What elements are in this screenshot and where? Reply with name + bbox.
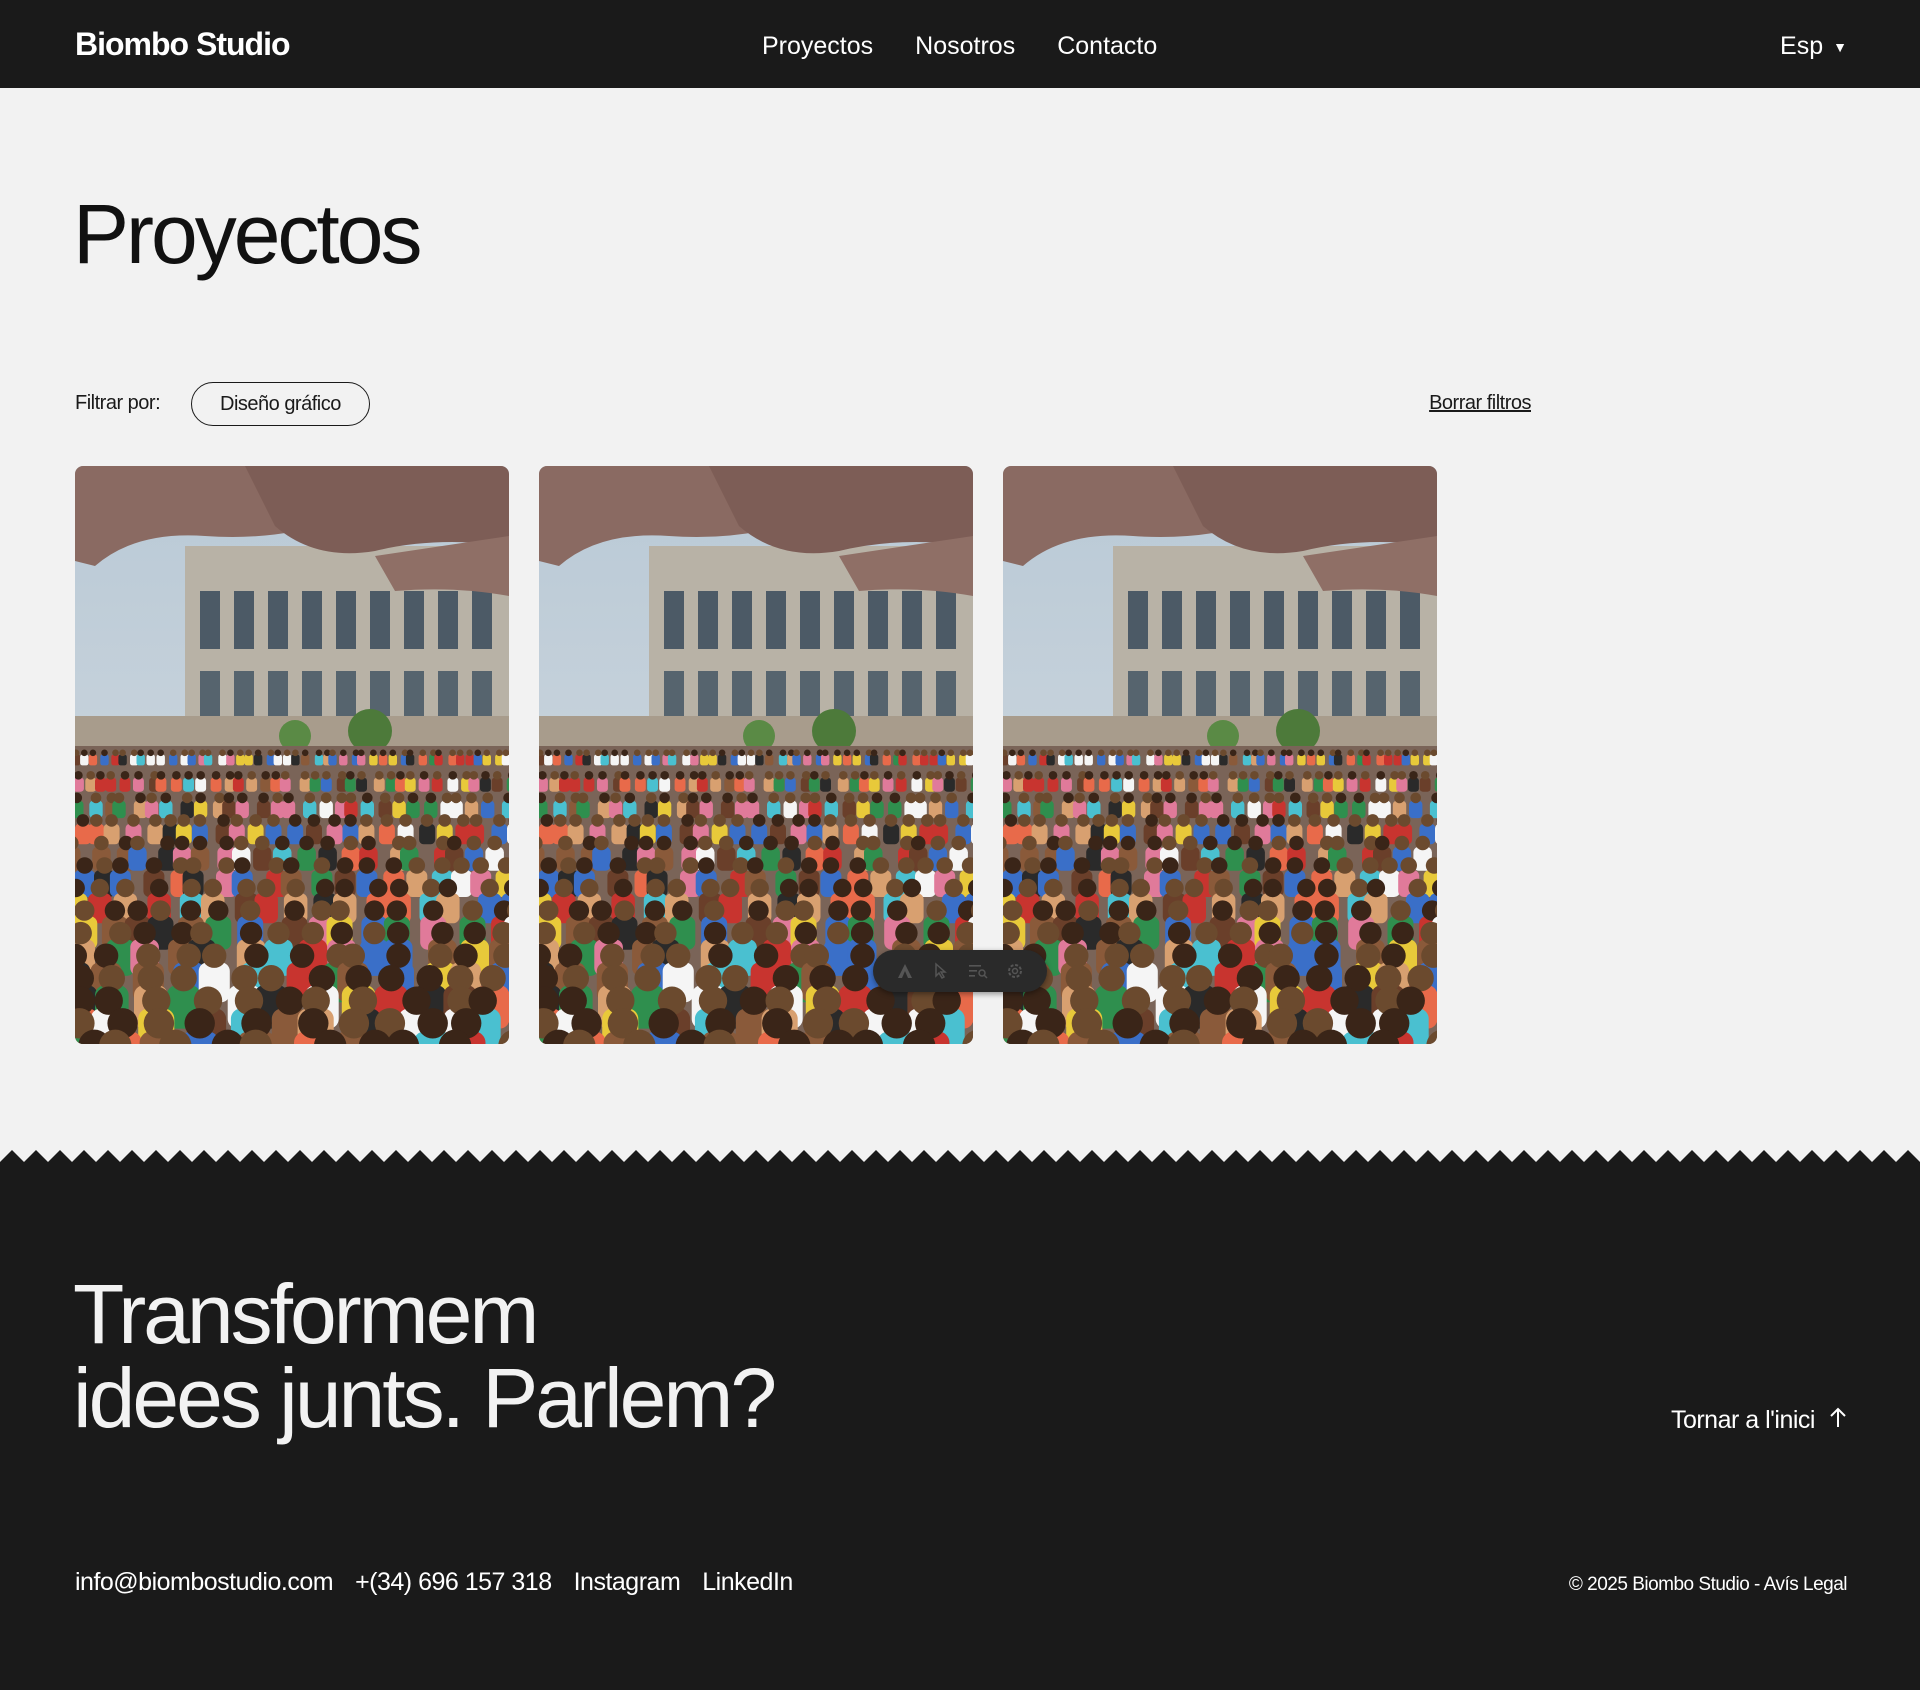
cta-line-2: idees junts. Parlem? bbox=[73, 1351, 777, 1445]
language-selector[interactable]: Esp ▼ bbox=[1780, 32, 1847, 61]
page-title: Proyectos bbox=[73, 187, 422, 281]
project-image bbox=[1003, 466, 1437, 1044]
caret-down-icon: ▼ bbox=[1833, 38, 1847, 55]
floating-toolbar bbox=[873, 950, 1047, 992]
phone-link[interactable]: +(34) 696 157 318 bbox=[355, 1568, 552, 1597]
gear-icon[interactable] bbox=[1003, 959, 1027, 983]
nav-item-proyectos[interactable]: Proyectos bbox=[762, 32, 873, 61]
project-card[interactable] bbox=[1003, 466, 1437, 1044]
cta-line-1: Transformem bbox=[73, 1267, 539, 1361]
back-to-top-label: Tornar a l'inici bbox=[1670, 1406, 1816, 1434]
instagram-link[interactable]: Instagram bbox=[574, 1568, 681, 1597]
zigzag-divider bbox=[0, 1148, 1920, 1162]
linkedin-link[interactable]: LinkedIn bbox=[702, 1568, 793, 1597]
footer-cta-heading: Transformem idees junts. Parlem? bbox=[73, 1267, 777, 1445]
main-nav: Proyectos Nosotros Contacto bbox=[762, 32, 1157, 61]
nav-item-contacto[interactable]: Contacto bbox=[1057, 32, 1157, 61]
inspect-list-icon[interactable] bbox=[966, 959, 990, 983]
site-logo[interactable]: Biombo Studio bbox=[75, 26, 291, 63]
contact-links: info@biombostudio.com +(34) 696 157 318 … bbox=[75, 1568, 793, 1597]
language-label: Esp bbox=[1780, 32, 1824, 60]
project-card[interactable] bbox=[75, 466, 509, 1044]
site-footer: Transformem idees junts. Parlem? Tornar … bbox=[0, 1162, 1920, 1690]
nav-item-nosotros[interactable]: Nosotros bbox=[915, 32, 1015, 61]
clear-filters-link[interactable]: Borrar filtros bbox=[1429, 392, 1531, 415]
copyright-text: © 2025 Biombo Studio - Avís Legal bbox=[1568, 1574, 1848, 1595]
project-image bbox=[75, 466, 509, 1044]
email-link[interactable]: info@biombostudio.com bbox=[75, 1568, 334, 1597]
cursor-icon[interactable] bbox=[930, 959, 954, 983]
filter-chip-diseno-grafico[interactable]: Diseño gráfico bbox=[191, 382, 370, 426]
logo-icon[interactable] bbox=[893, 959, 917, 983]
filter-bar: Filtrar por: Diseño gráfico Borrar filtr… bbox=[75, 382, 1531, 426]
site-header: Biombo Studio Proyectos Nosotros Contact… bbox=[0, 0, 1920, 88]
filter-label: Filtrar por: bbox=[75, 392, 161, 414]
project-grid bbox=[75, 466, 1437, 1044]
back-to-top-link[interactable]: Tornar a l'inici bbox=[1671, 1406, 1847, 1435]
arrow-up-icon bbox=[1829, 1406, 1847, 1435]
